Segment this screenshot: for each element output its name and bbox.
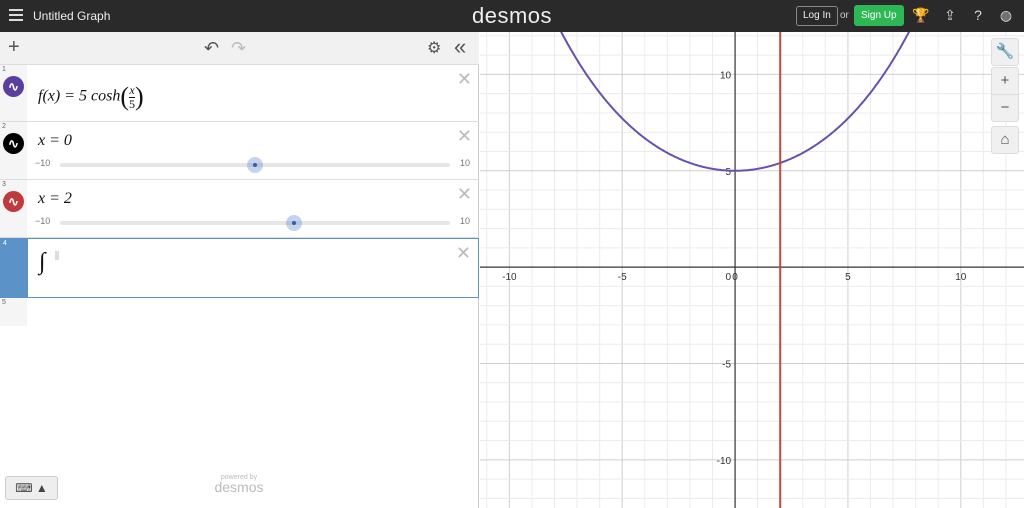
- slider: −10 10: [35, 215, 475, 231]
- slider-track[interactable]: [60, 157, 450, 173]
- slider-thumb[interactable]: [286, 215, 302, 231]
- slider-track[interactable]: [60, 215, 450, 231]
- x-tick-label: 5: [845, 272, 851, 283]
- delete-expression-icon[interactable]: ✕: [456, 243, 471, 264]
- expression-row-2[interactable]: 2 ∿ x = 0 −10 10 ✕: [0, 122, 479, 180]
- wrench-icon[interactable]: 🔧: [991, 38, 1019, 66]
- home-icon[interactable]: ⌂: [991, 126, 1019, 154]
- upper-limit-placeholder[interactable]: [55, 251, 59, 260]
- graph-canvas[interactable]: -10 -5 0 5 10 0 -10 -5 5 10: [480, 32, 1024, 508]
- x-tick-label: 10: [955, 272, 967, 283]
- or-label: or: [840, 10, 849, 21]
- delete-expression-icon[interactable]: ✕: [457, 184, 472, 205]
- slider: −10 10: [35, 157, 475, 173]
- graph-title[interactable]: Untitled Graph: [33, 9, 110, 23]
- cosh-curve: [560, 32, 911, 172]
- zoom-in-button[interactable]: +: [991, 67, 1019, 95]
- delete-expression-icon[interactable]: ✕: [457, 69, 472, 90]
- expression-row-5[interactable]: 5: [0, 298, 479, 326]
- x-tick-label: -5: [618, 272, 627, 283]
- expression-toolbar: + ↶ ↷ ⚙ «: [0, 32, 479, 65]
- slider-thumb[interactable]: [247, 157, 263, 173]
- y-tick-label: -10: [717, 456, 732, 467]
- zoom-out-button[interactable]: −: [991, 94, 1019, 122]
- undo-button[interactable]: ↶: [204, 38, 219, 59]
- trophy-icon[interactable]: 🏆: [912, 7, 930, 24]
- expression-row-4[interactable]: 4 ∫ ✕: [0, 238, 479, 298]
- wave-icon[interactable]: ∿: [3, 191, 24, 212]
- powered-by-desmos: powered by desmos: [214, 474, 264, 495]
- y-tick-label: 5: [726, 167, 732, 178]
- settings-icon[interactable]: ⚙: [427, 38, 441, 58]
- expression-math[interactable]: x = 2: [38, 190, 72, 208]
- origin-label: 0: [726, 272, 732, 283]
- wave-icon[interactable]: ∿: [3, 133, 24, 154]
- delete-expression-icon[interactable]: ✕: [457, 126, 472, 147]
- collapse-panel-button[interactable]: «: [454, 34, 466, 60]
- x-tick-label: 0: [732, 272, 738, 283]
- login-button[interactable]: Log In: [796, 6, 838, 26]
- expression-row-1[interactable]: 1 ∿ f(x) = 5 cosh(x 5) ✕: [0, 65, 479, 122]
- top-bar: Untitled Graph desmos Log In or Sign Up …: [0, 0, 1024, 32]
- y-tick-label: 10: [720, 70, 732, 81]
- menu-icon[interactable]: [9, 9, 23, 21]
- globe-icon[interactable]: ◍: [997, 7, 1015, 24]
- expression-math[interactable]: x = 0: [38, 132, 72, 150]
- help-icon[interactable]: ?: [969, 7, 987, 23]
- redo-button[interactable]: ↷: [231, 38, 246, 59]
- x-tick-label: -10: [502, 272, 517, 283]
- expression-panel: + ↶ ↷ ⚙ « 1 ∿ f(x) = 5 cosh(x 5) ✕ 2 ∿ x …: [0, 32, 479, 508]
- integral-input[interactable]: ∫: [39, 249, 46, 276]
- wave-icon[interactable]: ∿: [3, 76, 24, 97]
- keyboard-toggle-button[interactable]: ⌨ ▲: [5, 476, 58, 500]
- add-expression-button[interactable]: +: [8, 36, 20, 59]
- expression-math[interactable]: f(x) = 5 cosh(x 5): [38, 82, 144, 112]
- signup-button[interactable]: Sign Up: [854, 5, 904, 26]
- expression-row-3[interactable]: 3 ∿ x = 2 −10 10 ✕: [0, 180, 479, 238]
- y-tick-label: -5: [722, 359, 731, 370]
- share-icon[interactable]: ⇪: [941, 7, 959, 24]
- desmos-logo: desmos: [472, 3, 553, 28]
